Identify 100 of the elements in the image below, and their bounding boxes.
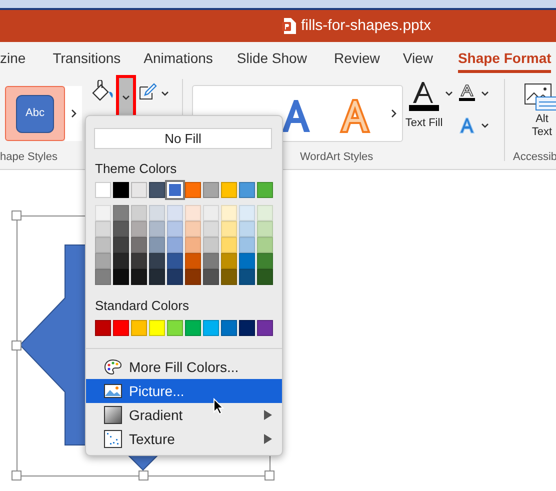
resize-handle[interactable] <box>12 340 22 350</box>
color-swatch[interactable] <box>221 320 237 336</box>
pen-icon[interactable] <box>139 83 157 101</box>
wordart-outline-letter-icon[interactable] <box>338 98 372 134</box>
wordart-letter-icon[interactable] <box>280 98 312 134</box>
no-fill-button[interactable]: No Fill <box>94 128 272 149</box>
text-outline-icon[interactable] <box>459 84 475 101</box>
color-swatch[interactable] <box>257 269 273 285</box>
color-swatch[interactable] <box>167 205 183 221</box>
color-swatch[interactable] <box>95 269 111 285</box>
color-swatch[interactable] <box>185 237 201 253</box>
color-swatch[interactable] <box>149 237 165 253</box>
color-swatch[interactable] <box>113 205 129 221</box>
color-swatch[interactable] <box>131 182 147 198</box>
color-swatch[interactable] <box>113 237 129 253</box>
color-swatch[interactable] <box>257 320 273 336</box>
color-swatch[interactable] <box>239 253 255 269</box>
color-swatch[interactable] <box>149 320 165 336</box>
color-swatch[interactable] <box>131 205 147 221</box>
color-swatch[interactable] <box>257 221 273 237</box>
ribbon-tab[interactable]: zine <box>0 44 26 72</box>
color-swatch[interactable] <box>167 269 183 285</box>
color-swatch[interactable] <box>221 269 237 285</box>
color-swatch[interactable] <box>203 237 219 253</box>
color-swatch[interactable] <box>221 221 237 237</box>
color-swatch[interactable] <box>257 205 273 221</box>
ribbon-tab[interactable]: Transitions <box>52 44 121 72</box>
color-swatch[interactable] <box>149 182 165 198</box>
resize-handle[interactable] <box>12 210 22 220</box>
color-swatch[interactable] <box>257 237 273 253</box>
color-swatch[interactable] <box>95 320 111 336</box>
color-swatch[interactable] <box>239 205 255 221</box>
resize-handle[interactable] <box>12 470 22 480</box>
color-swatch[interactable] <box>221 237 237 253</box>
ribbon-tab[interactable]: Slide Show <box>236 44 307 72</box>
menu-item[interactable]: Gradient <box>86 403 282 427</box>
color-swatch[interactable] <box>131 320 147 336</box>
gallery-scroll-button[interactable] <box>65 86 82 141</box>
color-swatch[interactable] <box>203 320 219 336</box>
color-swatch[interactable] <box>185 182 201 198</box>
color-swatch[interactable] <box>185 205 201 221</box>
color-swatch[interactable] <box>95 205 111 221</box>
color-swatch[interactable] <box>149 269 165 285</box>
color-swatch[interactable] <box>131 221 147 237</box>
color-swatch[interactable] <box>131 237 147 253</box>
color-swatch[interactable] <box>167 320 183 336</box>
alt-text-button[interactable]: Alt Text <box>522 83 556 139</box>
color-swatch[interactable] <box>239 182 255 198</box>
color-swatch[interactable] <box>185 269 201 285</box>
color-swatch[interactable] <box>167 237 183 253</box>
color-swatch[interactable] <box>203 205 219 221</box>
caret-icon <box>122 94 130 100</box>
caret-icon[interactable] <box>481 91 489 96</box>
color-swatch[interactable] <box>257 253 273 269</box>
color-swatch[interactable] <box>113 320 129 336</box>
color-swatch[interactable] <box>185 320 201 336</box>
color-swatch[interactable] <box>221 253 237 269</box>
menu-item[interactable]: More Fill Colors... <box>86 355 282 379</box>
menu-item[interactable]: Picture... <box>86 379 282 403</box>
color-swatch[interactable] <box>239 221 255 237</box>
color-swatch[interactable] <box>203 221 219 237</box>
resize-handle[interactable] <box>264 470 274 480</box>
caret-icon[interactable] <box>161 91 169 96</box>
caret-icon[interactable] <box>445 91 453 96</box>
color-swatch[interactable] <box>131 253 147 269</box>
color-swatch[interactable] <box>113 221 129 237</box>
color-swatch[interactable] <box>239 320 255 336</box>
ribbon-tab[interactable]: Animations <box>144 44 213 72</box>
menu-item[interactable]: Texture <box>86 427 282 451</box>
text-effects-icon[interactable] <box>459 117 475 134</box>
color-swatch[interactable] <box>149 221 165 237</box>
color-swatch[interactable] <box>185 221 201 237</box>
color-swatch[interactable] <box>203 182 219 198</box>
caret-icon[interactable] <box>481 123 489 128</box>
ribbon-tab[interactable]: Review <box>334 44 380 72</box>
shape-style-item[interactable]: Abc <box>5 86 65 141</box>
color-swatch[interactable] <box>113 182 129 198</box>
color-swatch[interactable] <box>95 237 111 253</box>
resize-handle[interactable] <box>138 470 148 480</box>
gallery-scroll-icon[interactable] <box>391 109 397 118</box>
color-swatch[interactable] <box>95 253 111 269</box>
color-swatch[interactable] <box>203 269 219 285</box>
color-swatch[interactable] <box>185 253 201 269</box>
color-swatch[interactable] <box>95 221 111 237</box>
color-swatch[interactable] <box>113 269 129 285</box>
color-swatch[interactable] <box>167 253 183 269</box>
color-swatch[interactable] <box>203 253 219 269</box>
color-swatch[interactable] <box>239 269 255 285</box>
color-swatch[interactable] <box>149 253 165 269</box>
color-swatch[interactable] <box>95 182 111 198</box>
color-swatch[interactable] <box>167 221 183 237</box>
color-swatch[interactable] <box>131 269 147 285</box>
color-swatch[interactable] <box>221 205 237 221</box>
color-swatch[interactable] <box>239 237 255 253</box>
ribbon-tab[interactable]: View <box>402 44 433 72</box>
color-swatch[interactable] <box>257 182 273 198</box>
text-fill-button[interactable]: Text Fill <box>404 81 444 132</box>
color-swatch[interactable] <box>221 182 237 198</box>
color-swatch[interactable] <box>113 253 129 269</box>
color-swatch[interactable] <box>149 205 165 221</box>
